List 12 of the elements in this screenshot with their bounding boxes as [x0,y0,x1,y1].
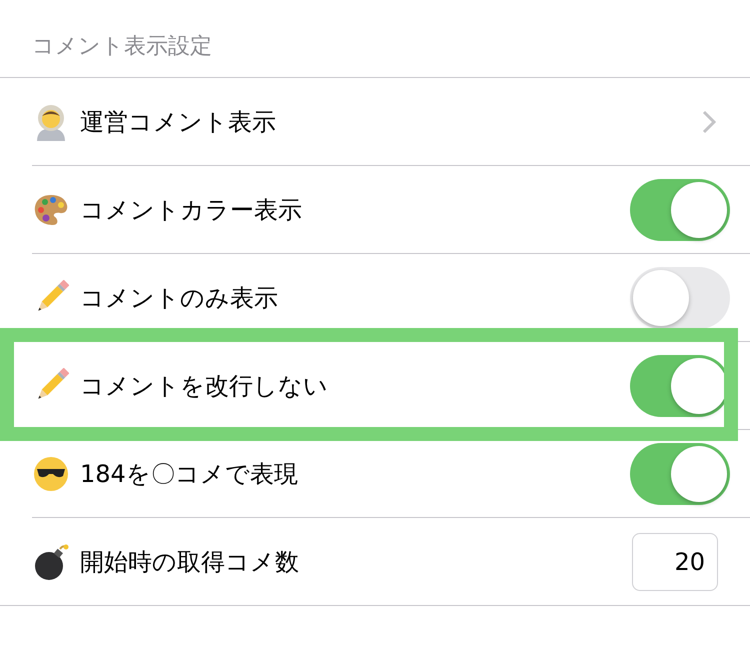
setting-label: 184を〇コメで表現 [80,459,299,490]
setting-label: コメントのみ表示 [80,283,279,314]
number-field[interactable]: 20 [632,533,718,591]
bomb-icon [33,543,69,581]
setting-label: コメントを改行しない [80,371,329,402]
chevron-icon[interactable] [702,110,716,134]
sunglasses-face-icon [33,456,69,492]
setting-label: 開始時の取得コメ数 [80,547,300,578]
section-header: コメント表示設定 [32,33,212,61]
setting-label: コメントカラー表示 [80,195,303,226]
palette-icon [33,193,69,227]
setting-label: 運営コメント表示 [80,107,277,138]
